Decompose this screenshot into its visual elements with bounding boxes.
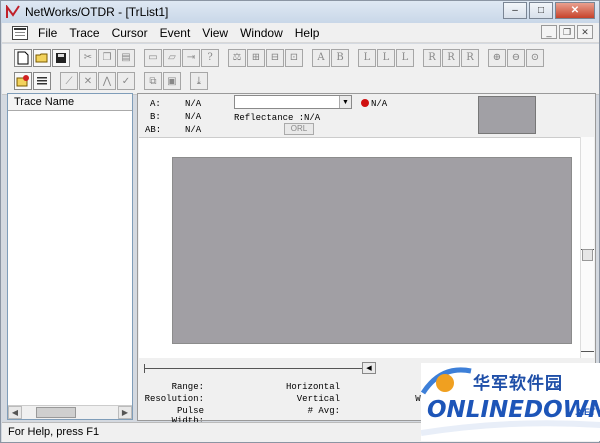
orl-button[interactable]: ORL [284, 123, 314, 135]
event-dropdown[interactable]: ▼ [234, 95, 352, 109]
marker-ab-value: N/A [185, 125, 202, 135]
status-dot-icon [361, 99, 369, 107]
marker-a-button[interactable]: A [312, 48, 330, 67]
trace-list-scrollbar[interactable]: ◀ ▶ [8, 405, 132, 419]
close-button[interactable]: ✕ [555, 2, 595, 19]
otdr-plot[interactable] [172, 157, 572, 344]
mdi-restore-button[interactable]: ❐ [559, 25, 575, 39]
list-icon[interactable] [33, 72, 51, 90]
plot-canvas[interactable] [139, 137, 580, 358]
onlinedown-logo: 华军软件园 ONLINEDOWN .NET [421, 363, 600, 441]
print-preview-icon[interactable]: ▭ [144, 48, 162, 67]
marker-r1-button[interactable]: R [423, 48, 441, 67]
watermark-net-suffix: .NET [575, 407, 596, 417]
marker-b-button[interactable]: B [331, 48, 349, 67]
cut-icon[interactable]: ✂ [79, 48, 97, 67]
trace-toolbar: ⟋ ✕ ⋀ ✓ ⧉ ▣ ⤓ [2, 68, 599, 95]
marker-a-label: A: [150, 99, 161, 109]
center-icon[interactable]: ⊡ [285, 48, 303, 67]
new-icon[interactable] [14, 48, 32, 67]
zoom-out-icon[interactable]: ⊖ [507, 48, 525, 67]
marker-l1-button[interactable]: L [358, 48, 376, 67]
mdi-minimize-button[interactable]: _ [541, 25, 557, 39]
horizontal-slider[interactable]: ◀ [144, 362, 380, 374]
analyze-icon[interactable]: ⤓ [190, 72, 208, 90]
vertical-scrollbar[interactable] [580, 137, 594, 358]
range-label: Range: [171, 382, 204, 392]
paste-icon[interactable]: ▤ [117, 48, 135, 67]
slope-icon[interactable]: ⟋ [60, 72, 78, 90]
document-icon[interactable] [12, 25, 28, 40]
trace-list-panel[interactable]: Trace Name ◀ ▶ [7, 93, 133, 420]
marker-ab-label: AB: [145, 125, 162, 135]
trace-preview [478, 96, 536, 134]
app-window: NetWorks/OTDR - [TrList1] – □ ✕ File Tra… [0, 0, 600, 443]
scroll-right-arrow-icon[interactable]: ▶ [118, 406, 132, 419]
marker-status-value: N/A [371, 99, 388, 109]
help-cursor-icon[interactable]: ? [201, 48, 219, 67]
copy-icon[interactable]: ❐ [98, 48, 116, 67]
marker-b-value: N/A [185, 112, 202, 122]
watermark-cn-text: 华军软件园 [473, 374, 563, 393]
menu-cursor[interactable]: Cursor [106, 26, 154, 40]
reflectance-value: N/A [304, 113, 321, 123]
marker-r2-button[interactable]: R [442, 48, 460, 67]
compare-icon[interactable]: ⚖ [228, 48, 246, 67]
marker-l3-button[interactable]: L [396, 48, 414, 67]
marker-l2-button[interactable]: L [377, 48, 395, 67]
menu-help[interactable]: Help [289, 26, 326, 40]
scroll-track-end [581, 351, 594, 352]
zoom-in-icon[interactable]: ⊕ [488, 48, 506, 67]
maximize-button[interactable]: □ [529, 2, 553, 19]
menu-bar: File Trace Cursor Event View Window Help… [2, 23, 599, 43]
menu-window[interactable]: Window [234, 26, 289, 40]
export-icon[interactable]: ⇥ [182, 48, 200, 67]
networks-app-icon [6, 3, 20, 19]
mdi-close-button[interactable]: ✕ [577, 25, 593, 39]
fit-icon[interactable]: ⊞ [247, 48, 265, 67]
window-icon[interactable]: ▣ [163, 72, 181, 90]
marker-b-label: B: [150, 112, 161, 122]
split-icon[interactable]: ⊟ [266, 48, 284, 67]
slider-thumb-left-icon[interactable]: ◀ [362, 362, 376, 374]
title-bar[interactable]: NetWorks/OTDR - [TrList1] – □ ✕ [1, 1, 599, 23]
menu-view[interactable]: View [196, 26, 234, 40]
overlay-icon[interactable]: ⧉ [144, 72, 162, 90]
menu-file[interactable]: File [32, 26, 63, 40]
slider-track [144, 368, 370, 369]
main-toolbar: ✂ ❐ ▤ ▭ ▱ ⇥ ? ⚖ ⊞ ⊟ ⊡ A B L L L R R R ⊕ … [2, 44, 599, 71]
vertical-label: Vertical [296, 394, 340, 404]
minimize-button[interactable]: – [503, 2, 527, 19]
window-title: NetWorks/OTDR - [TrList1] [25, 5, 169, 19]
scroll-thumb[interactable] [36, 407, 76, 418]
marker-r3-button[interactable]: R [461, 48, 479, 67]
scroll-left-arrow-icon[interactable]: ◀ [8, 406, 22, 419]
vertical-scroll-thumb[interactable] [582, 249, 593, 261]
resolution-label: Resolution: [144, 394, 204, 404]
open-icon[interactable] [33, 48, 51, 67]
marker-a-value: N/A [185, 99, 202, 109]
status-text: For Help, press F1 [8, 426, 100, 438]
tool-icon[interactable]: ✓ [117, 72, 135, 90]
avg-label: # Avg: [307, 406, 340, 416]
load-trace-icon[interactable] [14, 72, 32, 90]
trace-name-header[interactable]: Trace Name [8, 94, 132, 111]
event-icon[interactable]: ⋀ [98, 72, 116, 90]
reflectance-label: Reflectance : [234, 113, 305, 123]
horizontal-label: Horizontal [285, 382, 340, 392]
print-icon[interactable]: ▱ [163, 48, 181, 67]
splice-icon[interactable]: ✕ [79, 72, 97, 90]
chevron-down-icon[interactable]: ▼ [339, 96, 351, 108]
zoom-fit-icon[interactable]: ⊙ [526, 48, 544, 67]
save-icon[interactable] [52, 48, 70, 67]
menu-event[interactable]: Event [154, 26, 197, 40]
menu-trace[interactable]: Trace [63, 26, 105, 40]
